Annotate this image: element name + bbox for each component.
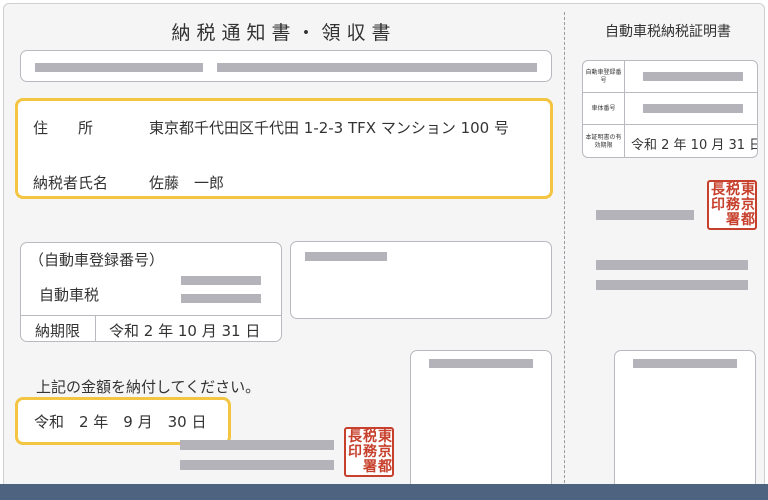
certificate-title: 自動車税納税証明書 <box>605 24 731 40</box>
redacted-bar <box>35 63 203 72</box>
address-label: 住 所 <box>33 119 94 137</box>
seal-text: 税務署 <box>726 182 740 228</box>
cert-registration-row: 自動車登録番号 <box>583 61 757 93</box>
redacted-right-stamp-box <box>614 350 756 490</box>
redacted-header-box <box>20 50 552 82</box>
redacted-bar <box>596 210 694 220</box>
redacted-bar <box>633 359 737 368</box>
taxpayer-name-value: 佐藤 一郎 <box>149 174 225 192</box>
cert-registration-label: 自動車登録番号 <box>583 61 625 92</box>
footer-band <box>0 484 768 500</box>
deadline-value: 令和 2 年 10 月 31 日 <box>109 322 261 340</box>
redacted-bar <box>596 260 748 270</box>
redacted-bar <box>596 280 748 290</box>
cert-body-row: 車体番号 <box>583 93 757 125</box>
taxpayer-info-box: 住 所 東京都千代田区千代田 1-2-3 TFX マンション 100 号 納税者… <box>15 98 553 199</box>
cert-body-label: 車体番号 <box>583 93 625 124</box>
payment-date-box: 令和 2 年 9 月 30 日 <box>15 397 231 445</box>
redacted-bar <box>181 294 261 303</box>
taxpayer-name-label: 納税者氏名 <box>33 174 109 192</box>
certificate-seal: 東京都 税務署 長印 <box>707 180 757 230</box>
redacted-bar <box>305 252 387 261</box>
redacted-bar <box>217 63 537 72</box>
address-value: 東京都千代田区千代田 1-2-3 TFX マンション 100 号 <box>149 119 509 137</box>
redacted-bar <box>180 440 334 450</box>
tax-notice-sheet: 納税通知書・領収書 自動車税納税証明書 住 所 東京都千代田区千代田 1-2-3… <box>3 3 765 497</box>
cert-validity-row: 本証明書の有効期限 令和 2 年 10 月 31 日 <box>583 125 758 157</box>
seal-text: 東京都 <box>378 429 392 475</box>
tax-type-label: 自動車税 <box>39 286 100 304</box>
redacted-bar <box>181 276 261 285</box>
cert-validity-value: 令和 2 年 10 月 31 日 <box>631 138 758 153</box>
redacted-stamp-box <box>410 350 552 490</box>
perforation-divider <box>564 12 565 488</box>
payment-instruction: 上記の金額を納付してください。 <box>36 378 261 396</box>
redacted-bar <box>429 359 533 368</box>
seal-text: 長印 <box>711 182 725 213</box>
deadline-separator <box>95 316 96 341</box>
seal-text: 東京都 <box>741 182 755 228</box>
redacted-bar <box>180 460 334 470</box>
tax-office-seal: 東京都 税務署 長印 <box>344 427 394 477</box>
deadline-label: 納期限 <box>35 322 81 340</box>
redacted-bar <box>643 72 743 81</box>
cert-validity-label: 本証明書の有効期限 <box>583 125 625 157</box>
registration-number-label: （自動車登録番号） <box>29 251 165 269</box>
redacted-bar <box>643 104 743 113</box>
redacted-amount-box <box>290 241 552 319</box>
seal-text: 長印 <box>348 429 362 460</box>
tax-detail-box: （自動車登録番号） 自動車税 納期限 令和 2 年 10 月 31 日 <box>20 242 282 342</box>
certificate-table: 自動車登録番号 車体番号 本証明書の有効期限 令和 2 年 10 月 31 日 <box>582 60 758 158</box>
page-title: 納税通知書・領収書 <box>171 22 397 44</box>
deadline-row: 納期限 令和 2 年 10 月 31 日 <box>21 315 281 341</box>
seal-text: 税務署 <box>363 429 377 475</box>
payment-date: 令和 2 年 9 月 30 日 <box>34 413 207 431</box>
